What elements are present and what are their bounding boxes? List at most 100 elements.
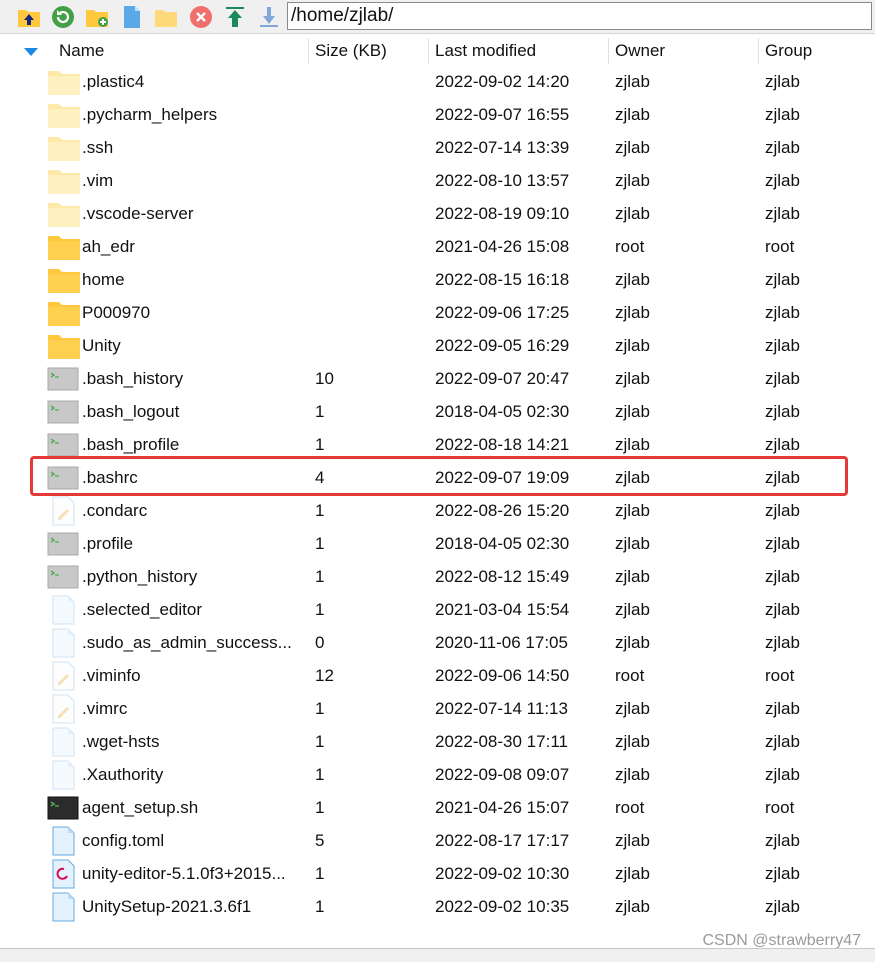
file-modified: 2022-07-14 13:39 bbox=[435, 138, 570, 157]
hidden-terminal-file-icon bbox=[47, 562, 81, 592]
file-group: root bbox=[765, 798, 795, 817]
column-last-modified[interactable]: Last modified bbox=[435, 41, 536, 61]
table-row[interactable]: .profile 1 2018-04-05 02:30 zjlab zjlab bbox=[0, 527, 875, 560]
file-group: zjlab bbox=[765, 303, 800, 322]
file-size: 12 bbox=[315, 666, 334, 685]
table-row[interactable]: .vscode-server 2022-08-19 09:10 zjlab zjlab bbox=[0, 197, 875, 230]
table-row[interactable]: .vim 2022-08-10 13:57 zjlab zjlab bbox=[0, 164, 875, 197]
table-row[interactable]: .selected_editor 1 2021-03-04 15:54 zjlab zj… bbox=[0, 593, 875, 626]
upload-icon bbox=[226, 7, 244, 27]
file-owner: zjlab bbox=[615, 600, 650, 619]
file-owner: zjlab bbox=[615, 435, 650, 454]
column-group[interactable]: Group bbox=[765, 41, 812, 61]
table-row[interactable]: .pycharm_helpers 2022-09-07 16:55 zjlab zjl… bbox=[0, 98, 875, 131]
file-modified: 2022-09-07 16:55 bbox=[435, 105, 570, 124]
column-divider[interactable] bbox=[308, 38, 309, 64]
file-name: .condarc bbox=[82, 501, 148, 520]
file-group: zjlab bbox=[765, 864, 800, 883]
table-row[interactable]: .condarc 1 2022-08-26 15:20 zjlab zjlab bbox=[0, 494, 875, 527]
hidden-terminal-file-icon bbox=[47, 364, 81, 394]
table-row[interactable]: unity-editor-5.1.0f3+2015... 1 2022-09-02 … bbox=[0, 857, 875, 890]
file-group: zjlab bbox=[765, 732, 800, 751]
table-row[interactable]: UnitySetup-2021.3.6f1 1 2022-09-02 10:35 zj… bbox=[0, 890, 875, 923]
file-name: .bash_profile bbox=[82, 435, 180, 454]
column-owner[interactable]: Owner bbox=[615, 41, 665, 61]
file-modified: 2022-09-02 10:30 bbox=[435, 864, 570, 883]
column-divider[interactable] bbox=[608, 38, 609, 64]
table-row[interactable]: .bashrc 4 2022-09-07 19:09 zjlab zjlab bbox=[0, 461, 875, 494]
file-name: .pycharm_helpers bbox=[82, 105, 218, 124]
file-name: .bash_history bbox=[82, 369, 184, 388]
toolbar: /home/zjlab/ bbox=[0, 0, 875, 34]
table-row[interactable]: .Xauthority 1 2022-09-08 09:07 zjlab zjlab bbox=[0, 758, 875, 791]
delete-button[interactable] bbox=[189, 5, 213, 29]
file-owner: zjlab bbox=[615, 831, 650, 850]
table-row[interactable]: P000970 2022-09-06 17:25 zjlab zjlab bbox=[0, 296, 875, 329]
column-divider[interactable] bbox=[758, 38, 759, 64]
download-button[interactable] bbox=[257, 5, 281, 29]
table-row[interactable]: .bash_logout 1 2018-04-05 02:30 zjlab zjlab bbox=[0, 395, 875, 428]
column-name[interactable]: Name bbox=[59, 41, 104, 61]
folder-icon bbox=[47, 232, 81, 262]
table-row[interactable]: .python_history 1 2022-08-12 15:49 zjlab zjl… bbox=[0, 560, 875, 593]
parent-folder-button[interactable] bbox=[17, 5, 41, 29]
file-owner: root bbox=[615, 798, 645, 817]
file-group: zjlab bbox=[765, 171, 800, 190]
table-row[interactable]: .bash_history 10 2022-09-07 20:47 zjlab zjla… bbox=[0, 362, 875, 395]
table-row[interactable]: home 2022-08-15 16:18 zjlab zjlab bbox=[0, 263, 875, 296]
path-input[interactable]: /home/zjlab/ bbox=[287, 2, 872, 30]
hidden-folder-icon bbox=[47, 166, 81, 196]
hidden-terminal-file-icon bbox=[47, 463, 81, 493]
file-modified: 2020-11-06 17:05 bbox=[435, 633, 568, 652]
table-row[interactable]: .viminfo 12 2022-09-06 14:50 root root bbox=[0, 659, 875, 692]
file-owner: zjlab bbox=[615, 567, 650, 586]
file-name: .plastic4 bbox=[82, 72, 145, 91]
table-row[interactable]: .plastic4 2022-09-02 14:20 zjlab zjlab bbox=[0, 65, 875, 98]
new-file-button[interactable] bbox=[120, 5, 144, 29]
sort-descending-icon[interactable] bbox=[23, 47, 39, 57]
download-icon bbox=[260, 7, 278, 27]
refresh-button[interactable] bbox=[51, 5, 75, 29]
file-owner: zjlab bbox=[615, 402, 650, 421]
delete-icon bbox=[190, 6, 212, 28]
upload-button[interactable] bbox=[223, 5, 247, 29]
hidden-text-file-icon bbox=[47, 661, 81, 691]
table-row[interactable]: .ssh 2022-07-14 13:39 zjlab zjlab bbox=[0, 131, 875, 164]
file-name: .ssh bbox=[82, 138, 114, 157]
file-group: zjlab bbox=[765, 402, 800, 421]
column-size[interactable]: Size (KB) bbox=[315, 41, 387, 61]
table-row[interactable]: .wget-hsts 1 2022-08-30 17:11 zjlab zjlab bbox=[0, 725, 875, 758]
folder-icon bbox=[155, 10, 177, 27]
file-modified: 2022-09-07 20:47 bbox=[435, 369, 570, 388]
table-row[interactable]: .vimrc 1 2022-07-14 11:13 zjlab zjlab bbox=[0, 692, 875, 725]
new-file-icon bbox=[124, 6, 140, 28]
file-size: 1 bbox=[315, 402, 325, 421]
file-owner: zjlab bbox=[615, 468, 650, 487]
file-name: agent_setup.sh bbox=[82, 798, 199, 817]
folder-icon bbox=[47, 265, 81, 295]
table-row[interactable]: .sudo_as_admin_success... 0 2020-11-06 17:… bbox=[0, 626, 875, 659]
file-modified: 2022-08-26 15:20 bbox=[435, 501, 570, 520]
table-row[interactable]: agent_setup.sh 1 2021-04-26 15:07 root root bbox=[0, 791, 875, 824]
file-owner: zjlab bbox=[615, 699, 650, 718]
file-group: root bbox=[765, 237, 795, 256]
table-row[interactable]: .bash_profile 1 2022-08-18 14:21 zjlab zjlab bbox=[0, 428, 875, 461]
file-group: zjlab bbox=[765, 831, 800, 850]
file-name: .selected_editor bbox=[82, 600, 203, 619]
file-size: 5 bbox=[315, 831, 325, 850]
folder-icon bbox=[47, 298, 81, 328]
file-owner: zjlab bbox=[615, 633, 650, 652]
file-name: ah_edr bbox=[82, 237, 135, 256]
column-divider[interactable] bbox=[428, 38, 429, 64]
file-icon bbox=[47, 826, 81, 856]
file-modified: 2022-08-18 14:21 bbox=[435, 435, 570, 454]
status-bar bbox=[0, 948, 875, 962]
table-row[interactable]: ah_edr 2021-04-26 15:08 root root bbox=[0, 230, 875, 263]
file-group: zjlab bbox=[765, 435, 800, 454]
file-owner: zjlab bbox=[615, 501, 650, 520]
open-folder-button[interactable] bbox=[154, 5, 178, 29]
new-folder-button[interactable] bbox=[85, 5, 109, 29]
refresh-icon bbox=[52, 6, 74, 28]
table-row[interactable]: Unity 2022-09-05 16:29 zjlab zjlab bbox=[0, 329, 875, 362]
table-row[interactable]: config.toml 5 2022-08-17 17:17 zjlab zjlab bbox=[0, 824, 875, 857]
